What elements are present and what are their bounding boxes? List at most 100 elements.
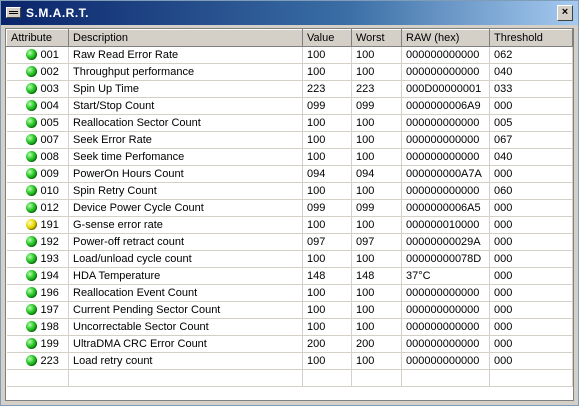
cell-raw-value: 000000000000: [401, 352, 490, 370]
cell-description: Reallocation Sector Count: [68, 114, 303, 132]
table-row[interactable]: 003 Spin Up Time 223 223 000D00000001 033: [6, 80, 573, 98]
status-ok-icon: [25, 66, 37, 77]
table-row[interactable]: 193 Load/unload cycle count 100 100 00000000…: [6, 250, 573, 268]
cell-raw-value: 000000000000: [401, 114, 490, 132]
status-ok-icon: [25, 304, 37, 315]
cell-attribute-id: 191: [6, 216, 69, 234]
status-ok-icon: [25, 117, 37, 128]
cell-worst: 100: [351, 46, 402, 64]
cell-threshold: 000: [489, 318, 573, 336]
column-header-description[interactable]: Description: [68, 29, 303, 47]
table-row[interactable]: 007 Seek Error Rate 100 100 000000000000 067: [6, 131, 573, 149]
cell-value: 100: [302, 216, 352, 234]
cell-threshold: 000: [489, 250, 573, 268]
table-row[interactable]: 223 Load retry count 100 100 000000000000 000: [6, 352, 573, 370]
cell-threshold: 040: [489, 63, 573, 81]
cell-attribute-id: 003: [6, 80, 69, 98]
cell-raw-value: 000000000A7A: [401, 165, 490, 183]
cell-attribute-id: 192: [6, 233, 69, 251]
column-header-value[interactable]: Value: [302, 29, 352, 47]
cell-threshold: 000: [489, 301, 573, 319]
cell-raw-value: 000000000000: [401, 148, 490, 166]
status-ok-icon: [25, 100, 37, 111]
cell-threshold: 000: [489, 267, 573, 285]
system-menu-icon[interactable]: [6, 7, 21, 18]
empty-cell: [489, 369, 573, 387]
table-row[interactable]: 192 Power-off retract count 097 097 00000000…: [6, 233, 573, 251]
column-header-threshold[interactable]: Threshold: [489, 29, 573, 47]
cell-attribute-id: 007: [6, 131, 69, 149]
table-row[interactable]: 010 Spin Retry Count 100 100 000000000000 060: [6, 182, 573, 200]
cell-threshold: 067: [489, 131, 573, 149]
status-ok-icon: [25, 270, 37, 281]
status-ok-icon: [25, 185, 37, 196]
cell-attribute-id: 193: [6, 250, 69, 268]
attribute-id: 199: [40, 338, 59, 350]
cell-value: 100: [302, 318, 352, 336]
status-ok-icon: [25, 321, 37, 332]
cell-raw-value: 000000000000: [401, 335, 490, 353]
smart-attribute-list[interactable]: Attribute Description Value Worst RAW (h…: [5, 28, 574, 401]
cell-raw-value: 000000010000: [401, 216, 490, 234]
attribute-id: 001: [40, 49, 59, 61]
cell-threshold: 000: [489, 233, 573, 251]
cell-worst: 100: [351, 284, 402, 302]
cell-description: Spin Up Time: [68, 80, 303, 98]
column-header-worst[interactable]: Worst: [351, 29, 402, 47]
cell-worst: 200: [351, 335, 402, 353]
empty-cell: [351, 369, 402, 387]
cell-raw-value: 000000000000: [401, 318, 490, 336]
empty-cell: [401, 369, 490, 387]
attribute-id: 191: [40, 219, 59, 231]
attribute-id: 008: [40, 151, 59, 163]
cell-worst: 100: [351, 352, 402, 370]
attribute-id: 005: [40, 117, 59, 129]
table-row[interactable]: 012 Device Power Cycle Count 099 099 0000000…: [6, 199, 573, 217]
title-bar[interactable]: S.M.A.R.T. ×: [1, 1, 578, 25]
cell-raw-value: 00000000029A: [401, 233, 490, 251]
table-row[interactable]: 197 Current Pending Sector Count 100 100 000…: [6, 301, 573, 319]
table-row[interactable]: 191 G-sense error rate 100 100 000000010000 0…: [6, 216, 573, 234]
cell-worst: 148: [351, 267, 402, 285]
status-warning-icon: [25, 219, 37, 230]
table-row[interactable]: 198 Uncorrectable Sector Count 100 100 00000…: [6, 318, 573, 336]
table-row[interactable]: 199 UltraDMA CRC Error Count 200 200 0000000…: [6, 335, 573, 353]
attribute-id: 192: [40, 236, 59, 248]
status-ok-icon: [25, 151, 37, 162]
status-ok-icon: [25, 355, 37, 366]
column-header-attribute[interactable]: Attribute: [6, 29, 69, 47]
table-row[interactable]: 002 Throughput performance 100 100 000000000…: [6, 63, 573, 81]
table-row[interactable]: 194 HDA Temperature 148 148 37°C 000: [6, 267, 573, 285]
column-header-raw[interactable]: RAW (hex): [401, 29, 490, 47]
close-button[interactable]: ×: [557, 5, 573, 21]
cell-worst: 094: [351, 165, 402, 183]
status-ok-icon: [25, 49, 37, 60]
table-row[interactable]: 004 Start/Stop Count 099 099 0000000006A9 000: [6, 97, 573, 115]
cell-description: Load retry count: [68, 352, 303, 370]
status-ok-icon: [25, 202, 37, 213]
cell-attribute-id: 223: [6, 352, 69, 370]
table-row[interactable]: 001 Raw Read Error Rate 100 100 000000000000…: [6, 46, 573, 64]
cell-raw-value: 000000000000: [401, 301, 490, 319]
cell-value: 100: [302, 46, 352, 64]
cell-value: 100: [302, 182, 352, 200]
table-row[interactable]: 005 Reallocation Sector Count 100 100 000000…: [6, 114, 573, 132]
cell-raw-value: 000000000000: [401, 131, 490, 149]
cell-description: Uncorrectable Sector Count: [68, 318, 303, 336]
cell-threshold: 060: [489, 182, 573, 200]
cell-threshold: 000: [489, 97, 573, 115]
attribute-id: 002: [40, 66, 59, 78]
table-row[interactable]: 196 Reallocation Event Count 100 100 0000000…: [6, 284, 573, 302]
cell-description: G-sense error rate: [68, 216, 303, 234]
smart-window: S.M.A.R.T. × Attribute Description Value…: [0, 0, 579, 406]
cell-value: 099: [302, 199, 352, 217]
table-row[interactable]: 009 PowerOn Hours Count 094 094 000000000A7A…: [6, 165, 573, 183]
cell-description: Power-off retract count: [68, 233, 303, 251]
attribute-id: 197: [40, 304, 59, 316]
table-row[interactable]: 008 Seek time Perfomance 100 100 00000000000…: [6, 148, 573, 166]
cell-attribute-id: 009: [6, 165, 69, 183]
cell-threshold: 040: [489, 148, 573, 166]
cell-value: 094: [302, 165, 352, 183]
cell-raw-value: 000000000000: [401, 63, 490, 81]
cell-attribute-id: 194: [6, 267, 69, 285]
